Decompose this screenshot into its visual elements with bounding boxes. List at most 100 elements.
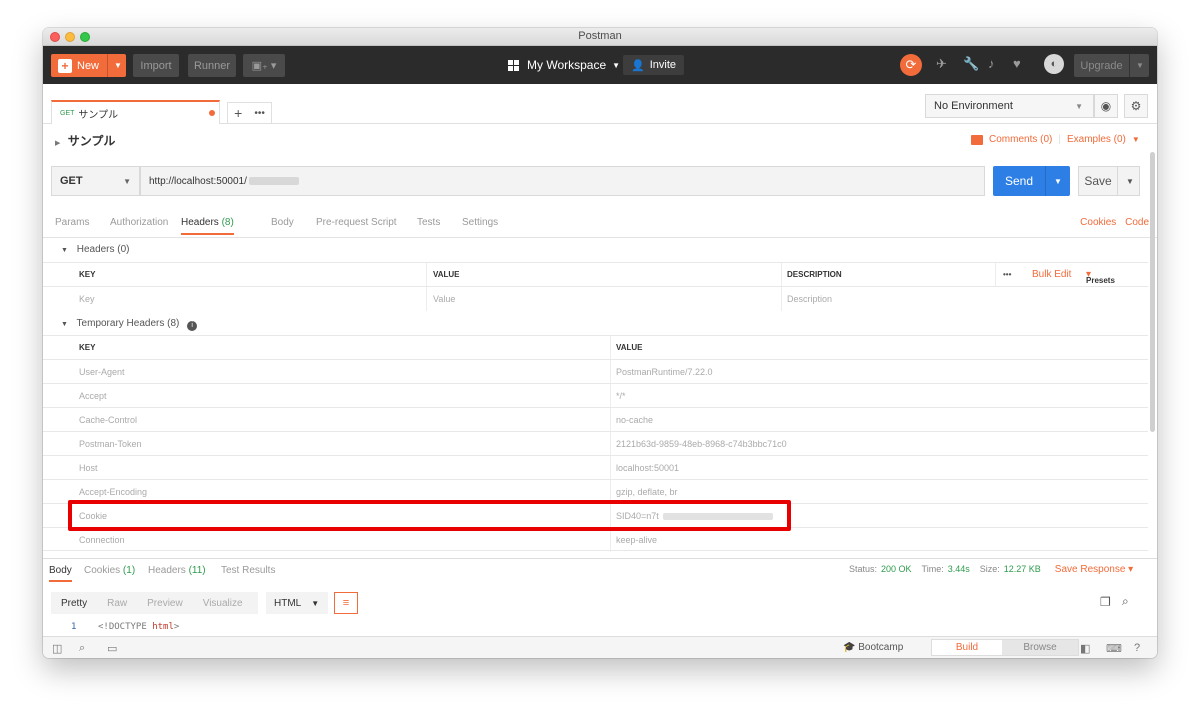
- environment-selector[interactable]: No Environment ▼: [925, 94, 1094, 118]
- tab-params[interactable]: Params: [55, 217, 89, 228]
- bell-icon[interactable]: ♪: [988, 56, 995, 71]
- upgrade-label: Upgrade: [1080, 59, 1123, 72]
- send-button[interactable]: Send ▼: [993, 166, 1070, 196]
- eye-icon[interactable]: ◉: [1094, 94, 1118, 118]
- presets-link[interactable]: Presets ▾: [1086, 269, 1115, 285]
- copy-icon[interactable]: ❐: [1100, 595, 1111, 609]
- window-plus-icon: ▣₊ ▾: [251, 60, 277, 72]
- key-input[interactable]: Key: [79, 294, 95, 304]
- comment-icon: [971, 134, 983, 145]
- tab-response-body[interactable]: Body: [49, 565, 72, 582]
- postman-window: Postman + New ▼ Import Runner ▣₊ ▾ My Wo…: [43, 28, 1157, 658]
- description-input[interactable]: Description: [787, 294, 832, 304]
- caret-down-icon: ▼: [1131, 135, 1140, 144]
- more-options-icon[interactable]: •••: [254, 108, 265, 119]
- tab-response-cookies[interactable]: Cookies (1): [84, 565, 135, 576]
- request-name[interactable]: ▶ サンプル: [55, 132, 115, 149]
- method-select[interactable]: GET ▼: [51, 166, 140, 196]
- heart-icon[interactable]: ♥: [1013, 56, 1021, 71]
- search-icon[interactable]: ⌕: [1122, 594, 1129, 609]
- tab-settings[interactable]: Settings: [462, 217, 498, 228]
- temporary-headers-toggle[interactable]: ▼ Temporary Headers (8) i: [61, 318, 198, 331]
- sidebar-toggle-icon[interactable]: ◫: [52, 642, 62, 655]
- tab-tests[interactable]: Tests: [417, 217, 440, 228]
- keyboard-icon[interactable]: ⌨: [1106, 642, 1122, 655]
- add-tab-button[interactable]: +: [234, 105, 242, 121]
- send-label: Send: [1004, 174, 1034, 188]
- upgrade-button[interactable]: Upgrade ▼: [1074, 54, 1149, 77]
- wrap-lines-icon[interactable]: ≡: [334, 592, 358, 614]
- format-preview[interactable]: Preview: [137, 598, 193, 609]
- format-raw[interactable]: Raw: [97, 598, 137, 609]
- response-size: 12.27 KB: [1003, 564, 1041, 574]
- line-number: 1: [71, 622, 77, 632]
- url-input[interactable]: http://localhost:50001/: [140, 166, 985, 196]
- headers-section-title: Headers (0): [76, 244, 130, 255]
- value-input[interactable]: Value: [433, 294, 455, 304]
- headers-new-row: Key Value Description: [43, 286, 1148, 311]
- cookies-link[interactable]: Cookies: [1080, 217, 1116, 228]
- comments-examples: Comments (0) | Examples (0) ▼: [971, 134, 1140, 145]
- request-tab[interactable]: GET サンプル: [51, 100, 220, 124]
- table-row: Host localhost:50001: [43, 455, 1148, 480]
- invite-button[interactable]: 👤 Invite: [623, 55, 684, 75]
- search-icon[interactable]: ⌕: [79, 642, 85, 655]
- bulk-edit-link[interactable]: Bulk Edit: [1032, 269, 1071, 280]
- headers-table-header: KEY VALUE DESCRIPTION ••• Bulk Edit Pres…: [43, 262, 1148, 287]
- response-time: 3.44s: [947, 564, 970, 574]
- request-tab-method: GET: [60, 109, 75, 117]
- save-label: Save: [1084, 174, 1112, 188]
- tab-body[interactable]: Body: [271, 217, 294, 228]
- table-row: Postman-Token 2121b63d-9859-48eb-8968-c7…: [43, 431, 1148, 456]
- wrench-icon[interactable]: 🔧: [963, 56, 979, 72]
- satellite-icon[interactable]: ✈: [936, 56, 947, 72]
- vertical-scrollbar[interactable]: [1150, 152, 1155, 432]
- examples-link[interactable]: Examples (0): [1067, 134, 1126, 145]
- graduation-cap-icon: 🎓: [843, 642, 856, 653]
- tab-test-results[interactable]: Test Results: [221, 565, 275, 576]
- chevron-down-icon: ▼: [61, 247, 68, 254]
- headers-section-toggle[interactable]: ▼ Headers (0): [61, 244, 130, 255]
- caret-down-icon[interactable]: ▼: [1054, 177, 1062, 186]
- save-response-button[interactable]: Save Response ▾: [1055, 564, 1133, 575]
- url-text: http://localhost:50001/: [149, 175, 247, 187]
- caret-down-icon[interactable]: ▼: [114, 61, 122, 70]
- tab-prerequest-script[interactable]: Pre-request Script: [316, 217, 397, 228]
- add-user-icon: 👤: [631, 59, 645, 72]
- caret-down-icon[interactable]: ▼: [1126, 177, 1134, 186]
- temp-headers-table-header: KEY VALUE: [43, 335, 1148, 360]
- browse-button[interactable]: Browse: [1002, 640, 1078, 655]
- info-icon[interactable]: i: [187, 321, 198, 331]
- avatar[interactable]: ◐: [1044, 54, 1064, 74]
- sync-icon[interactable]: ⟳: [900, 54, 922, 76]
- chevron-down-icon: ▼: [61, 321, 68, 328]
- comments-link[interactable]: Comments (0): [989, 134, 1052, 145]
- two-pane-icon[interactable]: ◧: [1080, 642, 1090, 655]
- code-link[interactable]: Code: [1125, 217, 1149, 228]
- new-button[interactable]: + New ▼: [51, 54, 126, 77]
- build-button[interactable]: Build: [932, 640, 1002, 655]
- format-visualize[interactable]: Visualize: [193, 598, 253, 609]
- cookie-highlight-box: [68, 500, 791, 531]
- help-icon[interactable]: ?: [1134, 642, 1140, 654]
- bootcamp-button[interactable]: 🎓 Bootcamp: [843, 642, 903, 653]
- format-pretty[interactable]: Pretty: [51, 598, 97, 609]
- tab-response-headers[interactable]: Headers (11): [148, 565, 206, 576]
- save-button[interactable]: Save ▼: [1078, 166, 1140, 196]
- import-button[interactable]: Import: [133, 54, 179, 77]
- status-bar: ◫ ⌕ ▭ 🎓 Bootcamp Build Browse ◧ ⌨ ?: [43, 636, 1157, 658]
- console-icon[interactable]: ▭: [107, 642, 117, 655]
- gear-icon[interactable]: ⚙: [1124, 94, 1148, 118]
- runner-button[interactable]: Runner: [188, 54, 236, 77]
- workspace-selector[interactable]: My Workspace ▼: [508, 58, 620, 72]
- response-status: Status: 200 OK Time: 3.44s Size: 12.27 K…: [849, 564, 1134, 575]
- tab-authorization[interactable]: Authorization: [110, 217, 168, 228]
- new-window-button[interactable]: ▣₊ ▾: [243, 54, 285, 77]
- more-options-icon[interactable]: •••: [1003, 270, 1011, 279]
- tab-actions: + •••: [227, 102, 272, 124]
- language-select[interactable]: HTML ▼: [266, 592, 328, 614]
- response-code[interactable]: 1 <!DOCTYPE html>: [43, 622, 1147, 634]
- tab-headers[interactable]: Headers (8): [181, 217, 234, 235]
- grid-icon: [508, 59, 519, 71]
- header-toolbar: + New ▼ Import Runner ▣₊ ▾ My Workspace …: [43, 46, 1157, 84]
